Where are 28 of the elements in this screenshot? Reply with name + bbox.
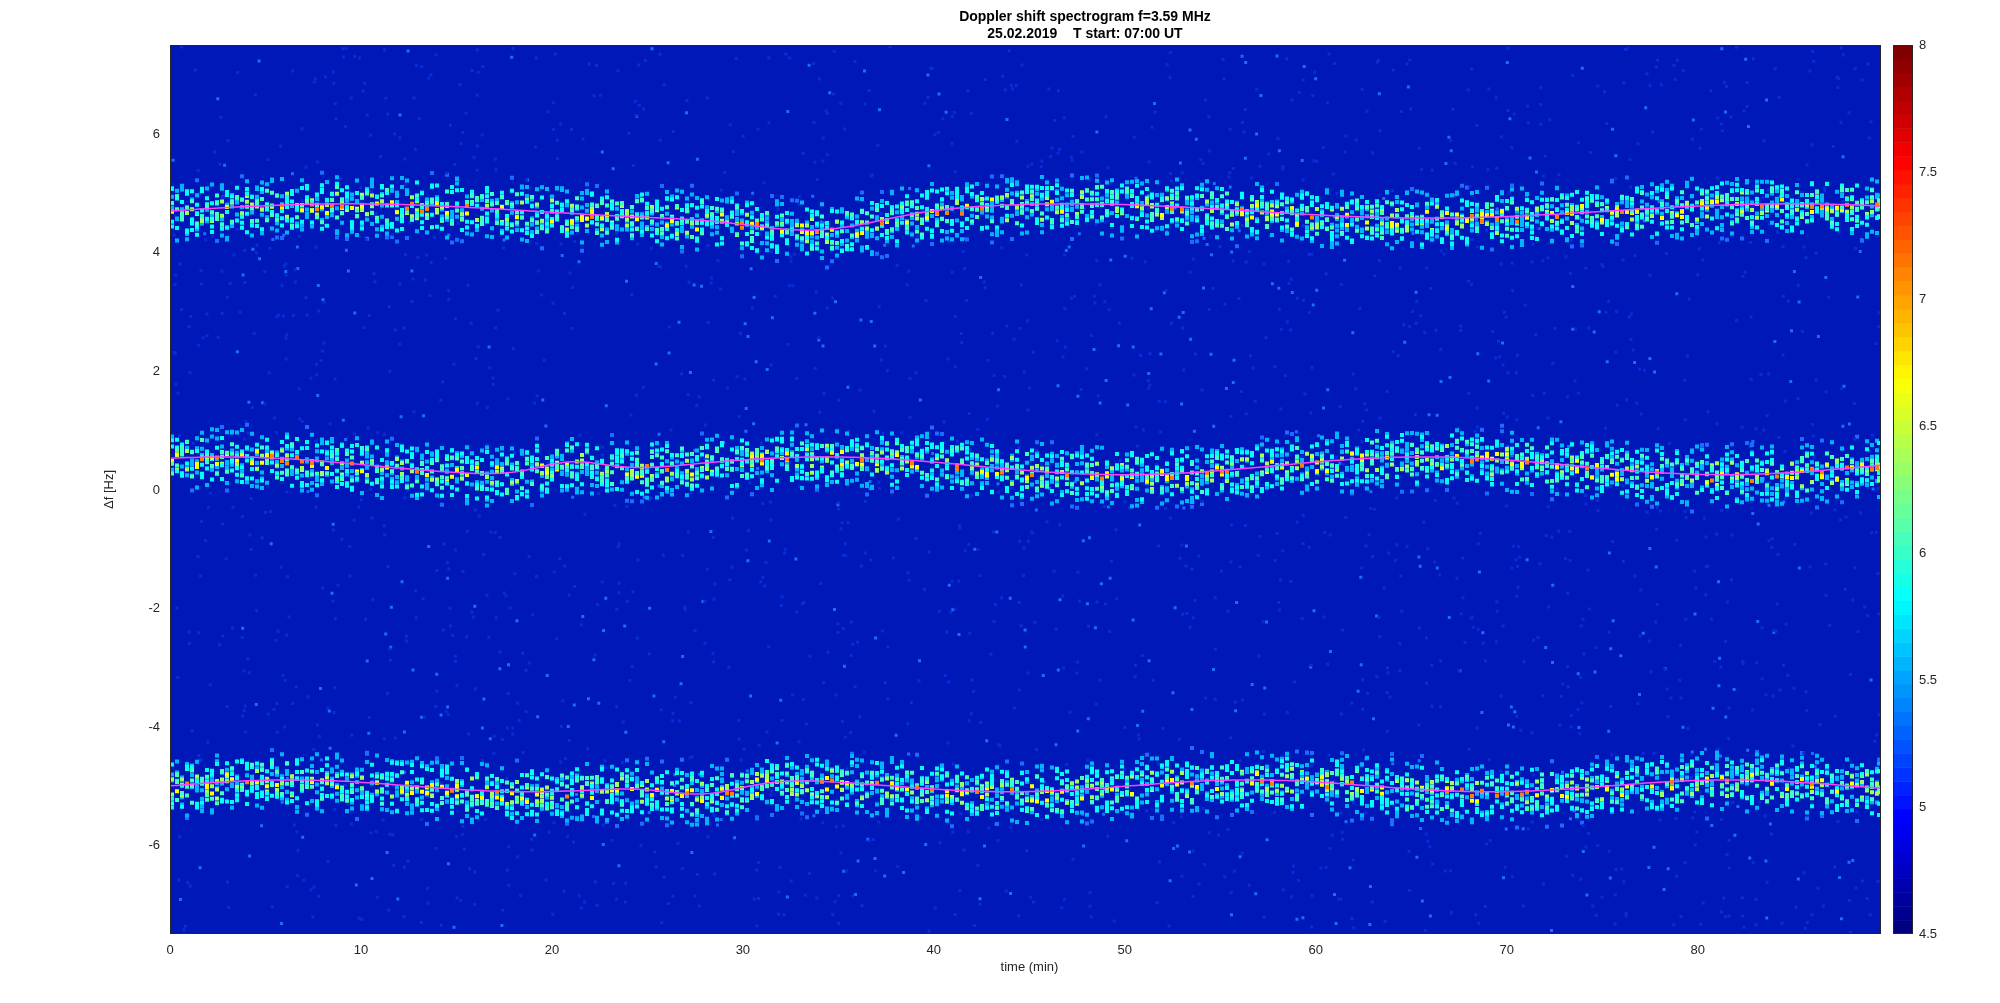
y-tick-label: 4 <box>152 244 160 260</box>
y-tick-label: -2 <box>148 600 160 616</box>
chart-title: Doppler shift spectrogram f=3.59 MHz <box>959 8 1211 25</box>
y-tick-label: 6 <box>152 125 160 141</box>
colorbar-tick-label: 6.5 <box>1919 418 1938 433</box>
y-axis-label: Δf [Hz] <box>100 469 116 509</box>
x-tick-label: 50 <box>1117 942 1133 957</box>
colorbar-tick-label: 8 <box>1919 37 1927 52</box>
x-axis-label: time (min) <box>1000 959 1059 974</box>
y-tick-label: -4 <box>148 718 160 734</box>
y-tick-label: -6 <box>148 837 160 853</box>
chart-subtitle: 25.02.2019 T start: 07:00 UT <box>987 25 1183 42</box>
x-tick-label: 80 <box>1690 942 1705 957</box>
y-tick-label: 2 <box>152 362 160 378</box>
x-tick-label: 60 <box>1308 942 1323 957</box>
y-tick-label: 0 <box>152 481 160 497</box>
x-tick-label: 0 <box>166 942 174 957</box>
x-tick-label: 10 <box>353 942 369 957</box>
x-tick-label: 70 <box>1499 942 1514 957</box>
colorbar-tick-label: 5.5 <box>1919 672 1938 687</box>
colorbar-tick-label: 4.5 <box>1919 926 1938 941</box>
colorbar-tick-label: 7.5 <box>1919 164 1938 179</box>
colorbar-tick-label: 5 <box>1919 799 1927 814</box>
colorbar-tick-label: 6 <box>1919 545 1927 560</box>
x-tick-label: 40 <box>926 942 942 957</box>
x-tick-label: 20 <box>544 942 560 957</box>
x-tick-label: 30 <box>735 942 751 957</box>
colorbar-tick-label: 7 <box>1919 291 1927 306</box>
